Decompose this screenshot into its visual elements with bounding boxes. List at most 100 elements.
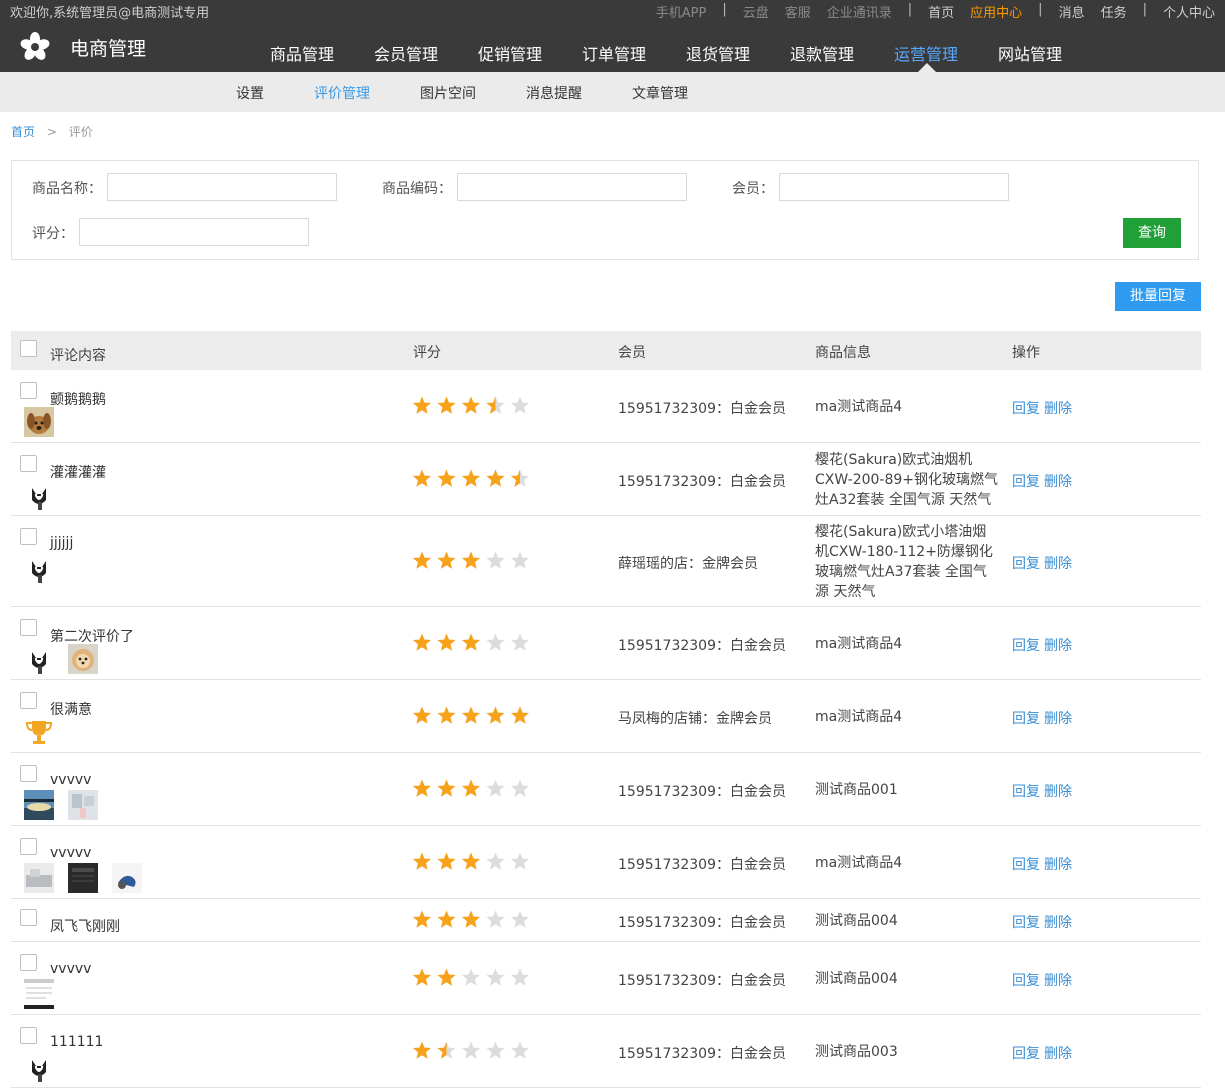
star-filled-icon bbox=[437, 551, 456, 569]
subnav-item[interactable]: 图片空间 bbox=[420, 83, 476, 103]
reply-link[interactable]: 回复 bbox=[1012, 1046, 1040, 1062]
star-rating bbox=[412, 852, 530, 870]
product-info: 测试商品003 bbox=[815, 1044, 898, 1060]
comment-image[interactable] bbox=[24, 979, 54, 1009]
delete-link[interactable]: 删除 bbox=[1044, 474, 1072, 490]
product-info: ma测试商品4 bbox=[815, 709, 903, 725]
row-actions: 回复 删除 bbox=[1012, 1043, 1076, 1063]
top-link[interactable]: 云盘 bbox=[743, 2, 769, 21]
star-filled-icon bbox=[412, 706, 432, 724]
comment-text: 第二次评价了 bbox=[50, 629, 134, 645]
delete-link[interactable]: 删除 bbox=[1044, 401, 1072, 417]
delete-link[interactable]: 删除 bbox=[1044, 915, 1072, 931]
nav-item[interactable]: 商品管理 bbox=[270, 41, 334, 65]
row-checkbox[interactable] bbox=[20, 1027, 37, 1044]
star-rating bbox=[412, 706, 530, 724]
top-link[interactable]: 任务 bbox=[1101, 2, 1127, 21]
member-input[interactable] bbox=[779, 173, 1009, 201]
row-checkbox[interactable] bbox=[20, 619, 37, 636]
reply-link[interactable]: 回复 bbox=[1012, 474, 1040, 490]
reply-link[interactable]: 回复 bbox=[1012, 638, 1040, 654]
comment-image[interactable] bbox=[24, 717, 54, 747]
reply-link[interactable]: 回复 bbox=[1012, 973, 1040, 989]
table-header: 评论内容 评分 会员 商品信息 操作 bbox=[11, 331, 1201, 370]
comment-image[interactable] bbox=[24, 790, 54, 820]
comment-image[interactable] bbox=[68, 863, 98, 893]
star-filled-icon bbox=[461, 706, 481, 724]
comment-image[interactable] bbox=[68, 790, 98, 820]
brand-logo[interactable]: 电商管理 bbox=[20, 32, 146, 62]
delete-link[interactable]: 删除 bbox=[1044, 556, 1072, 572]
top-link[interactable]: 企业通讯录 bbox=[827, 2, 892, 21]
reply-link[interactable]: 回复 bbox=[1012, 857, 1040, 873]
row-checkbox[interactable] bbox=[20, 838, 37, 855]
nav-item[interactable]: 网站管理 bbox=[998, 41, 1062, 65]
row-checkbox[interactable] bbox=[20, 765, 37, 782]
delete-link[interactable]: 删除 bbox=[1044, 1046, 1072, 1062]
star-filled-icon bbox=[510, 706, 530, 724]
reply-link[interactable]: 回复 bbox=[1012, 915, 1040, 931]
reply-link[interactable]: 回复 bbox=[1012, 556, 1040, 572]
product-name-input[interactable] bbox=[107, 173, 337, 201]
subnav-item[interactable]: 文章管理 bbox=[632, 83, 688, 103]
top-link[interactable]: 个人中心 bbox=[1163, 2, 1215, 21]
comment-image[interactable] bbox=[24, 407, 54, 437]
subnav-item[interactable]: 评价管理 bbox=[314, 83, 370, 103]
star-rating bbox=[412, 469, 530, 487]
delete-link[interactable]: 删除 bbox=[1044, 857, 1072, 873]
breadcrumb-home[interactable]: 首页 bbox=[11, 125, 35, 139]
star-icon bbox=[486, 852, 505, 870]
delete-link[interactable]: 删除 bbox=[1044, 973, 1072, 989]
row-checkbox[interactable] bbox=[20, 692, 37, 709]
product-info: 测试商品004 bbox=[815, 971, 898, 987]
star-filled-icon bbox=[437, 396, 456, 414]
comment-image[interactable] bbox=[24, 644, 54, 674]
row-checkbox[interactable] bbox=[20, 455, 37, 472]
star-filled-icon bbox=[437, 968, 456, 986]
top-bar: 欢迎你,系统管理员@电商测试专用 手机APP | 云盘 客服 企业通讯录 | 首页 应用中心 |… bbox=[0, 0, 1225, 22]
subnav-item[interactable]: 消息提醒 bbox=[526, 83, 582, 103]
comment-image[interactable] bbox=[24, 553, 54, 583]
row-checkbox[interactable] bbox=[20, 382, 37, 399]
row-checkbox[interactable] bbox=[20, 528, 37, 545]
select-all-checkbox[interactable] bbox=[20, 340, 37, 357]
comment-image[interactable] bbox=[24, 863, 54, 893]
row-actions: 回复 删除 bbox=[1012, 471, 1076, 491]
nav-item[interactable]: 退货管理 bbox=[686, 41, 750, 65]
reply-link[interactable]: 回复 bbox=[1012, 401, 1040, 417]
comment-image[interactable] bbox=[24, 1052, 54, 1082]
subnav-item[interactable]: 设置 bbox=[236, 83, 264, 103]
comment-image[interactable] bbox=[68, 644, 98, 674]
batch-reply-button[interactable]: 批量回复 bbox=[1115, 282, 1201, 311]
row-actions: 回复 删除 bbox=[1012, 398, 1076, 418]
product-info: 测试商品004 bbox=[815, 913, 898, 929]
top-link[interactable]: 应用中心 bbox=[970, 2, 1022, 21]
pomeranian-image-icon bbox=[68, 644, 98, 674]
nav-item[interactable]: 运营管理 bbox=[894, 41, 958, 65]
nav-item[interactable]: 促销管理 bbox=[478, 41, 542, 65]
product-code-input[interactable] bbox=[457, 173, 687, 201]
comment-text: 灌灌灌灌 bbox=[50, 465, 106, 481]
delete-link[interactable]: 删除 bbox=[1044, 784, 1072, 800]
nav-item[interactable]: 会员管理 bbox=[374, 41, 438, 65]
query-button[interactable]: 查询 bbox=[1123, 218, 1181, 248]
score-input[interactable] bbox=[79, 218, 309, 246]
top-link[interactable]: 首页 bbox=[928, 2, 954, 21]
row-checkbox[interactable] bbox=[20, 909, 37, 926]
comment-image[interactable] bbox=[112, 863, 142, 893]
product-info: ma测试商品4 bbox=[815, 636, 903, 652]
row-actions: 回复 删除 bbox=[1012, 854, 1076, 874]
top-link[interactable]: 客服 bbox=[785, 2, 811, 21]
top-link[interactable]: 消息 bbox=[1059, 2, 1085, 21]
star-filled-icon bbox=[412, 469, 432, 487]
row-checkbox[interactable] bbox=[20, 954, 37, 971]
reply-link[interactable]: 回复 bbox=[1012, 784, 1040, 800]
delete-link[interactable]: 删除 bbox=[1044, 711, 1072, 727]
product-name-label: 商品名称： bbox=[32, 181, 102, 197]
nav-item[interactable]: 退款管理 bbox=[790, 41, 854, 65]
delete-link[interactable]: 删除 bbox=[1044, 638, 1072, 654]
reply-link[interactable]: 回复 bbox=[1012, 711, 1040, 727]
nav-item[interactable]: 订单管理 bbox=[582, 41, 646, 65]
comment-image[interactable] bbox=[24, 480, 54, 510]
top-link[interactable]: 手机APP bbox=[656, 2, 707, 21]
